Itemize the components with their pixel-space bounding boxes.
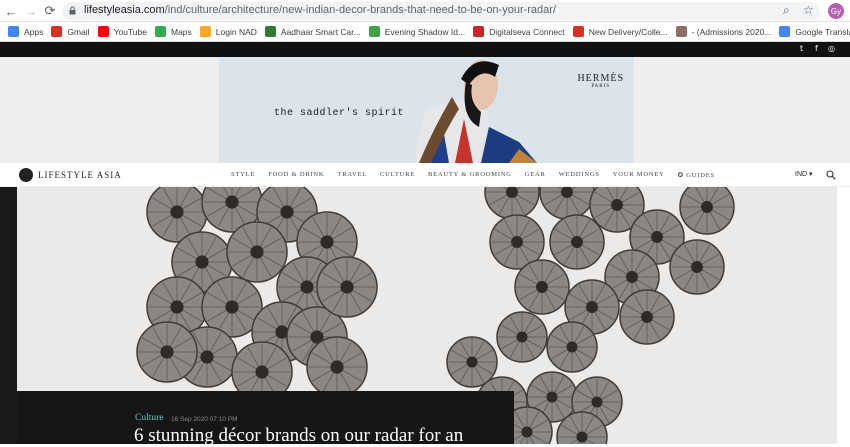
bookmark-label: Apps bbox=[24, 26, 44, 37]
ad-area: the saddler's spirit HERMÈS PARIS bbox=[0, 57, 850, 163]
browser-toolbar: ← → ⟳ lifestyleasia.com/ind/culture/arch… bbox=[0, 0, 850, 22]
address-bar[interactable]: lifestyleasia.com/ind/culture/architectu… bbox=[62, 2, 820, 20]
ad-banner[interactable]: the saddler's spirit HERMÈS PARIS bbox=[219, 57, 634, 163]
bookmark-label: Maps bbox=[170, 26, 192, 37]
aadhaar-icon bbox=[264, 26, 276, 37]
ad-brand-logo: HERMÈS PARIS bbox=[577, 73, 624, 89]
nav-item[interactable]: FOOD & DRINK bbox=[268, 171, 324, 179]
back-icon[interactable]: ← bbox=[2, 0, 20, 22]
social-bar: t f ◎ bbox=[0, 42, 850, 57]
bookmark-item[interactable]: Login NAD bbox=[199, 26, 257, 37]
nav-item[interactable]: CULTURE bbox=[380, 171, 415, 179]
forward-icon[interactable]: → bbox=[22, 0, 40, 22]
nav-item[interactable]: WEDDINGS bbox=[559, 171, 600, 179]
bookmark-label: Aadhaar Smart Car... bbox=[280, 26, 361, 37]
apps-icon bbox=[8, 26, 19, 37]
bookmark-item[interactable]: Google Translate bbox=[779, 26, 850, 37]
twitter-icon[interactable]: t bbox=[800, 44, 803, 53]
bookmark-item[interactable]: - (Admissions 2020... bbox=[675, 26, 772, 37]
nav-item[interactable]: YOUR MONEY bbox=[613, 171, 665, 179]
bookmark-label: Digitalseva Connect bbox=[489, 26, 565, 37]
nav-item[interactable]: BEAUTY & GROOMING bbox=[428, 171, 512, 179]
ad-tagline: the saddler's spirit bbox=[274, 108, 405, 119]
search-icon[interactable] bbox=[826, 170, 836, 180]
translate-icon bbox=[779, 26, 791, 37]
bookmark-label: Gmail bbox=[67, 26, 90, 37]
region-select[interactable]: IND ▾ bbox=[795, 170, 813, 178]
bookmark-item[interactable]: Apps bbox=[8, 26, 43, 37]
hero-edge bbox=[0, 187, 17, 444]
admissions-icon bbox=[675, 26, 687, 37]
lock-icon bbox=[69, 6, 76, 15]
gmail-icon bbox=[572, 26, 584, 37]
facebook-icon[interactable]: f bbox=[815, 44, 818, 53]
nav-item[interactable]: TRAVEL bbox=[337, 171, 367, 179]
instagram-icon[interactable]: ◎ bbox=[828, 44, 835, 53]
bookmark-label: YouTube bbox=[113, 26, 147, 37]
bookmark-label: - (Admissions 2020... bbox=[691, 26, 772, 37]
bookmark-item[interactable]: Gmail bbox=[51, 26, 90, 37]
nav-item[interactable]: ✪ GUIDES bbox=[678, 171, 715, 179]
bookmark-label: Login NAD bbox=[215, 26, 257, 37]
article-category[interactable]: Culture bbox=[135, 413, 164, 423]
youtube-icon bbox=[97, 26, 109, 37]
avatar[interactable]: Gy bbox=[828, 3, 844, 19]
bookmark-item[interactable]: Maps bbox=[154, 26, 192, 37]
gmail-icon bbox=[51, 26, 63, 37]
nad-icon bbox=[199, 26, 211, 37]
nav-item[interactable]: GEAR bbox=[525, 171, 546, 179]
nav-item[interactable]: STYLE bbox=[231, 171, 255, 179]
bookmark-item[interactable]: Digitalseva Connect bbox=[473, 26, 565, 37]
site-logo[interactable]: LIFESTYLE ASIA bbox=[38, 170, 122, 180]
bookmark-label: Evening Shadow Id... bbox=[384, 26, 466, 37]
site-navbar: LIFESTYLE ASIA STYLE FOOD & DRINK TRAVEL CU… bbox=[0, 163, 850, 187]
site-logo-icon[interactable] bbox=[19, 168, 33, 182]
evening-shadow-icon bbox=[368, 26, 380, 37]
bookmark-item[interactable]: Aadhaar Smart Car... bbox=[264, 26, 361, 37]
bookmark-label: Google Translate bbox=[795, 26, 850, 37]
bookmark-item[interactable]: YouTube bbox=[97, 26, 147, 37]
zoom-icon[interactable]: ⌕ bbox=[783, 3, 790, 18]
bookmark-item[interactable]: Evening Shadow Id... bbox=[368, 26, 466, 37]
reload-icon[interactable]: ⟳ bbox=[41, 0, 59, 22]
url-text: lifestyleasia.com/ind/culture/architectu… bbox=[84, 4, 557, 16]
bookmark-item[interactable]: New Delivery/Colle... bbox=[572, 26, 668, 37]
main-menu: STYLE FOOD & DRINK TRAVEL CULTURE BEAUTY & G… bbox=[231, 171, 728, 179]
digitalseva-icon bbox=[473, 26, 485, 37]
bookmarks-bar: Apps Gmail YouTube Maps Login NAD Aadhaar Sma… bbox=[0, 22, 850, 42]
article-date: 16 Sep 2020 07:10 PM bbox=[171, 416, 238, 423]
star-icon[interactable]: ☆ bbox=[803, 3, 814, 17]
bookmark-label: New Delivery/Colle... bbox=[588, 26, 668, 37]
article-caption: Culture 16 Sep 2020 07:10 PM 6 stunning … bbox=[17, 391, 514, 446]
maps-icon bbox=[154, 26, 166, 37]
